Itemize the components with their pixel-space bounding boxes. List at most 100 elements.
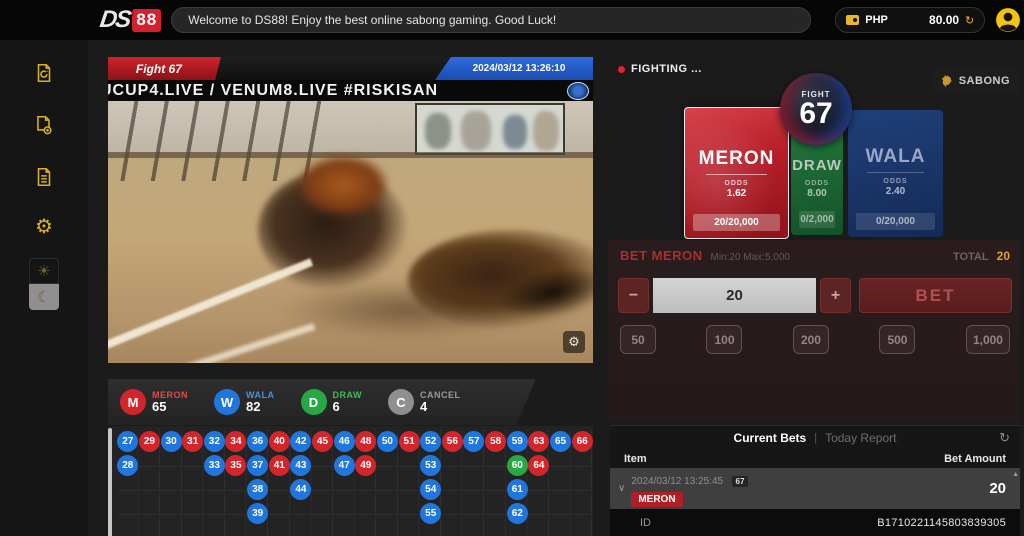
chip-50[interactable]: 50	[620, 325, 656, 354]
betting-panel: FIGHTING ... SABONG MERON ODDS 1.62 20/2…	[608, 57, 1020, 536]
result-dot-61: 61	[507, 479, 528, 500]
tab-separator: |	[814, 432, 817, 444]
user-avatar[interactable]	[995, 7, 1021, 33]
wala-title: WALA	[848, 146, 943, 168]
bet-row-info: 2024/03/12 13:25:45 67 MERON	[631, 471, 748, 507]
result-dot-39: 39	[247, 503, 268, 524]
result-dot-64: 64	[528, 455, 549, 476]
wala-circle-icon: W	[214, 389, 240, 415]
bet-record-icon[interactable]	[27, 56, 61, 90]
wallet-balance[interactable]: PHP 80.00 ↻	[835, 7, 985, 33]
increase-bet-button[interactable]: +	[820, 278, 851, 313]
total-value: 20	[997, 249, 1010, 263]
wallet-icon	[846, 15, 859, 25]
column-bet-amount: Bet Amount	[944, 453, 1006, 465]
result-dot-57: 57	[463, 431, 484, 452]
meron-circle-icon: M	[120, 389, 146, 415]
stream-logo-icon	[567, 82, 589, 100]
result-dot-46: 46	[334, 431, 355, 452]
summary-text: WALA82	[246, 390, 275, 414]
draw-odds-label: ODDS	[791, 180, 843, 187]
result-dot-28: 28	[117, 455, 138, 476]
grid-scrollbar[interactable]	[108, 428, 112, 536]
summary-meron: MMERON65	[120, 389, 188, 415]
result-dot-65: 65	[550, 431, 571, 452]
fight-number-label: Fight 67	[136, 62, 182, 76]
scroll-up-arrow-icon[interactable]: ▲	[1012, 471, 1019, 478]
tab-current-bets[interactable]: Current Bets	[734, 431, 807, 445]
current-bets-panel: Current Bets | Today Report ↻ Item Bet A…	[610, 425, 1020, 536]
chip-1000[interactable]: 1,000	[966, 325, 1010, 354]
result-dot-35: 35	[225, 455, 246, 476]
result-dot-30: 30	[161, 431, 182, 452]
result-dot-60: 60	[507, 455, 528, 476]
meron-odds-label: ODDS	[685, 180, 788, 187]
bet-datetime: 2024/03/12 13:25:45	[631, 476, 723, 487]
result-dot-45: 45	[312, 431, 333, 452]
live-video-player[interactable]: UCUP4.LIVE / VENUM8.LIVE #RISKISAN ⚙	[108, 80, 593, 363]
column-item: Item	[624, 453, 647, 465]
draw-odds-value: 8.00	[791, 188, 843, 199]
bet-fight-badge: 67	[732, 476, 749, 487]
result-dot-37: 37	[247, 455, 268, 476]
summary-text: CANCEL4	[420, 390, 461, 414]
result-dot-42: 42	[290, 431, 311, 452]
bet-stepper: − + BET	[618, 278, 1012, 313]
status-text: FIGHTING ...	[631, 63, 702, 75]
result-dot-44: 44	[290, 479, 311, 500]
result-dot-62: 62	[507, 503, 528, 524]
light-mode-sun-icon[interactable]: ☀	[29, 258, 59, 284]
sidebar: ⚙ ☀ ☾	[0, 40, 88, 536]
bets-tabs: Current Bets | Today Report ↻	[610, 426, 1020, 449]
tab-today-report[interactable]: Today Report	[825, 431, 896, 445]
result-dot-66: 66	[572, 431, 593, 452]
balance-refresh-icon[interactable]: ↻	[965, 14, 974, 27]
welcome-banner: Welcome to DS88! Enjoy the best online s…	[171, 7, 811, 33]
ds88-logo[interactable]: DS 88	[100, 6, 161, 34]
chip-100[interactable]: 100	[706, 325, 742, 354]
wala-card[interactable]: WALA ODDS 2.40 0/20,000	[848, 110, 943, 237]
logo-ds-text: DS	[98, 6, 131, 34]
video-header: Fight 67 2024/03/12 13:26:10	[108, 57, 593, 80]
bet-row[interactable]: ∨ 2024/03/12 13:25:45 67 MERON 20 ▲	[610, 468, 1020, 509]
report-icon[interactable]	[27, 160, 61, 194]
result-dot-29: 29	[139, 431, 160, 452]
results-summary-bar: MMERON65WWALA82DDRAW6CCANCEL4	[108, 379, 536, 425]
chip-200[interactable]: 200	[793, 325, 829, 354]
chip-500[interactable]: 500	[879, 325, 915, 354]
result-dot-58: 58	[485, 431, 506, 452]
stream-marquee: UCUP4.LIVE / VENUM8.LIVE #RISKISAN	[108, 80, 593, 101]
bet-button[interactable]: BET	[859, 278, 1012, 313]
result-dot-54: 54	[420, 479, 441, 500]
result-dot-43: 43	[290, 455, 311, 476]
result-dot-56: 56	[442, 431, 463, 452]
rooster-orange	[298, 155, 388, 215]
result-dot-50: 50	[377, 431, 398, 452]
stream-timestamp-badge: 2024/03/12 13:26:10	[435, 57, 593, 80]
ds88-sabong-app: DS 88 Welcome to DS88! Enjoy the best on…	[0, 0, 1024, 536]
result-dot-41: 41	[269, 455, 290, 476]
arena-monitor	[415, 103, 565, 155]
arena-cage	[108, 101, 328, 181]
decrease-bet-button[interactable]: −	[618, 278, 649, 313]
video-settings-gear-icon[interactable]: ⚙	[563, 331, 585, 353]
chevron-down-icon[interactable]: ∨	[618, 483, 625, 494]
wala-odds-value: 2.40	[848, 186, 943, 197]
summary-count: 82	[246, 400, 275, 414]
bet-id-row: ID B1710221145803839305	[610, 509, 1020, 536]
summary-text: DRAW6	[333, 390, 363, 414]
dark-mode-moon-icon[interactable]: ☾	[29, 284, 59, 310]
divider	[867, 172, 924, 173]
bet-amount-input[interactable]	[653, 278, 816, 313]
result-dot-40: 40	[269, 431, 290, 452]
odds-cards: MERON ODDS 1.62 20/20,000 DRAW ODDS 8.00…	[608, 85, 1020, 253]
meron-card[interactable]: MERON ODDS 1.62 20/20,000	[684, 107, 789, 239]
settings-gear-icon[interactable]: ⚙	[27, 210, 61, 244]
bet-zone: BET MERON Min:20 Max:5,000 TOTAL 20 − + …	[608, 240, 1020, 422]
bet-header: BET MERON Min:20 Max:5,000 TOTAL 20	[620, 248, 1010, 263]
chalk-line-2	[171, 323, 316, 363]
result-dot-31: 31	[182, 431, 203, 452]
result-dot-51: 51	[399, 431, 420, 452]
bets-refresh-icon[interactable]: ↻	[999, 430, 1010, 446]
transaction-record-icon[interactable]	[27, 108, 61, 142]
